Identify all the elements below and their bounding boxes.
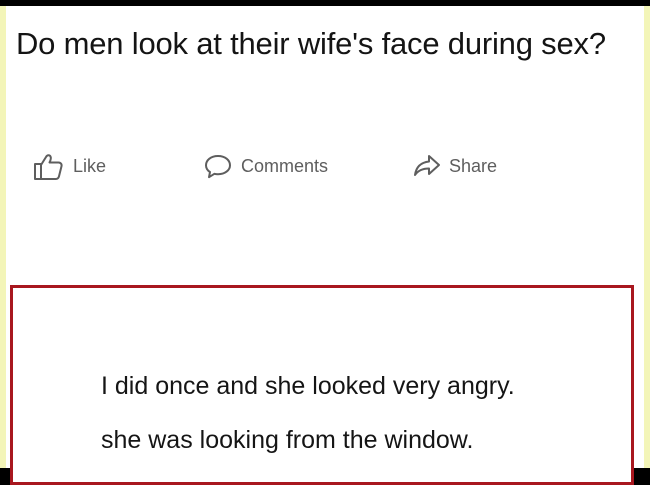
like-label: Like <box>73 155 107 176</box>
comments-label: Comments <box>241 155 329 176</box>
reply-box: I did once and she looked very angry. sh… <box>10 285 634 485</box>
share-label: Share <box>449 155 498 176</box>
like-button[interactable]: Like <box>32 146 106 186</box>
share-button[interactable]: Share <box>412 146 497 186</box>
thumbs-up-icon <box>32 151 66 181</box>
comments-button[interactable]: Comments <box>202 146 328 186</box>
post-question: Do men look at their wife's face during … <box>16 26 606 61</box>
reply-text-line-1: I did once and she looked very angry. <box>101 372 515 400</box>
speech-bubble-icon <box>202 151 234 181</box>
share-arrow-icon <box>412 151 442 181</box>
post-action-bar: Like Comments Share <box>6 146 644 186</box>
post-card: Do men look at their wife's face during … <box>6 6 644 485</box>
screenshot-frame: Do men look at their wife's face during … <box>0 6 650 485</box>
reply-text-line-2: she was looking from the window. <box>101 426 474 454</box>
